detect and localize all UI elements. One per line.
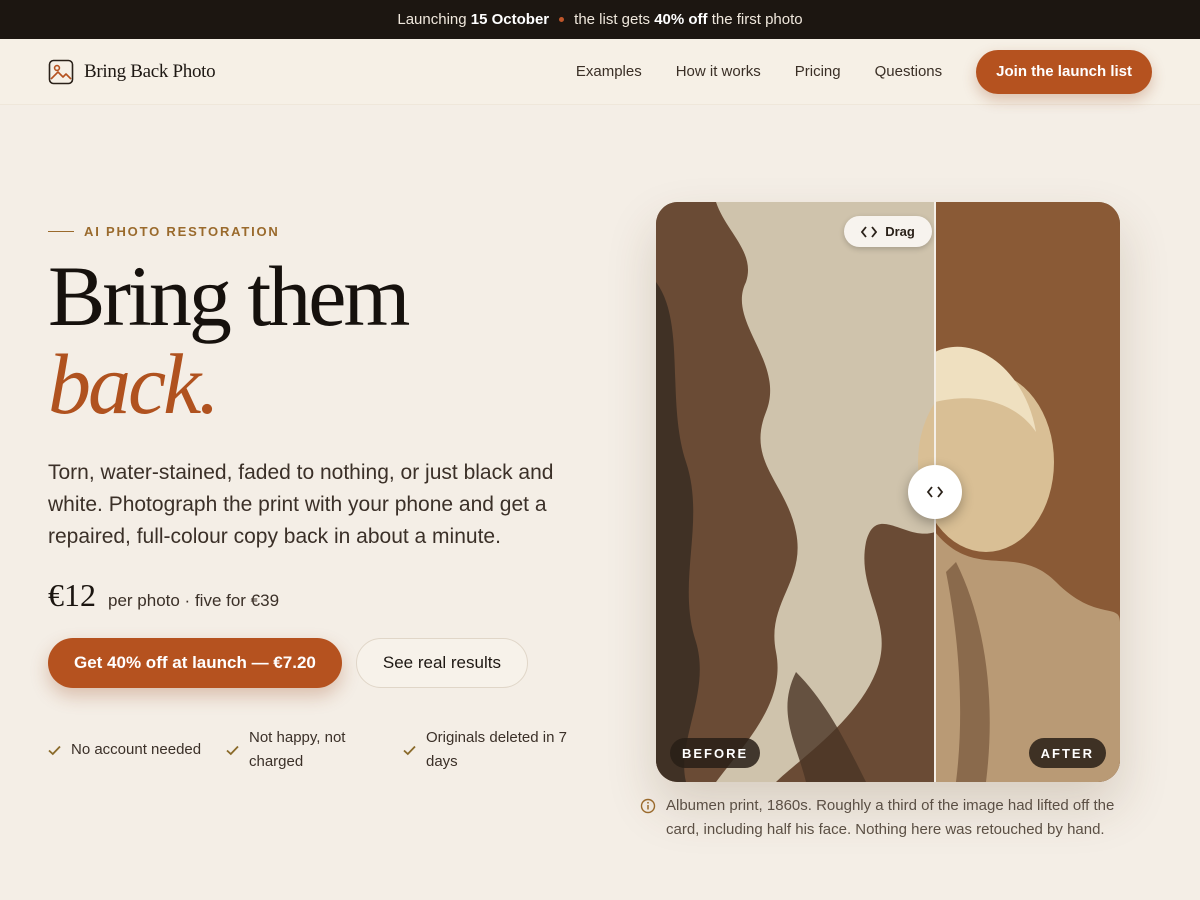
before-after-slider[interactable]: Drag BEFORE AFTER	[656, 202, 1120, 782]
hero-title-accent: back.	[48, 336, 220, 432]
announcement-discount: 40% off	[654, 11, 708, 28]
benefit-item: Not happy, not charged	[226, 726, 403, 774]
price-row: €12 per photo · five for €39	[48, 577, 578, 614]
benefit-item: No account needed	[48, 726, 226, 774]
benefit-item: Originals deleted in 7 days	[403, 726, 578, 774]
before-badge: BEFORE	[670, 738, 761, 768]
price: €12	[48, 577, 96, 613]
separator-dot	[559, 17, 565, 22]
photo-comparison	[656, 202, 1120, 782]
nav-link-questions[interactable]: Questions	[875, 63, 943, 80]
get-discount-button[interactable]: Get 40% off at launch — €7.20	[48, 638, 342, 688]
check-icon	[226, 745, 239, 755]
check-icon	[403, 745, 416, 755]
join-launch-list-button[interactable]: Join the launch list	[976, 49, 1152, 94]
check-icon	[48, 745, 61, 755]
announcement-bar: Launching 15 October the list gets 40% o…	[0, 0, 1200, 39]
hero-lead: Torn, water-stained, faded to nothing, o…	[48, 461, 554, 548]
drag-label: Drag	[885, 224, 915, 239]
drag-hint: Drag	[844, 216, 932, 247]
nav-link-examples[interactable]: Examples	[576, 63, 642, 80]
code-arrows-icon	[861, 225, 878, 238]
site-header: Bring Back Photo Examples How it works P…	[0, 39, 1200, 105]
nav-links: Examples How it works Pricing Questions	[576, 63, 942, 80]
announcement-middle: the list gets	[574, 11, 651, 28]
brand-name: Bring Back Photo	[84, 60, 216, 82]
info-icon	[640, 798, 656, 814]
caption-text: Albumen print, 1860s. Roughly a third of…	[666, 797, 1115, 838]
brand-logo-link[interactable]: Bring Back Photo	[48, 59, 216, 85]
announcement-date: 15 October	[470, 11, 550, 28]
see-results-button[interactable]: See real results	[355, 638, 528, 688]
eyebrow-rule	[48, 231, 74, 232]
photo-caption: Albumen print, 1860s. Roughly a third of…	[640, 794, 1130, 842]
benefit-label: Originals deleted in 7 days	[426, 729, 567, 770]
slider-handle[interactable]	[908, 465, 962, 519]
announcement-prefix: Launching	[397, 11, 467, 28]
nav-link-pricing[interactable]: Pricing	[795, 63, 841, 80]
price-note: per photo · five for €39	[108, 591, 280, 610]
benefits-list: No account needed Not happy, not charged…	[48, 726, 578, 774]
eyebrow: AI PHOTO RESTORATION	[48, 224, 578, 239]
benefit-label: Not happy, not charged	[249, 729, 346, 770]
announcement-suffix: the first photo	[711, 11, 803, 28]
after-badge: AFTER	[1028, 738, 1106, 768]
cta-row: Get 40% off at launch — €7.20 See real r…	[48, 638, 578, 688]
hero-text: AI PHOTO RESTORATION Bring them back. To…	[48, 224, 578, 774]
eyebrow-label: AI PHOTO RESTORATION	[84, 224, 280, 239]
nav-link-how-it-works[interactable]: How it works	[676, 63, 761, 80]
image-icon	[48, 59, 74, 84]
hero-title: Bring them	[48, 248, 410, 344]
benefit-label: No account needed	[71, 741, 202, 758]
code-arrows-icon	[926, 486, 944, 498]
